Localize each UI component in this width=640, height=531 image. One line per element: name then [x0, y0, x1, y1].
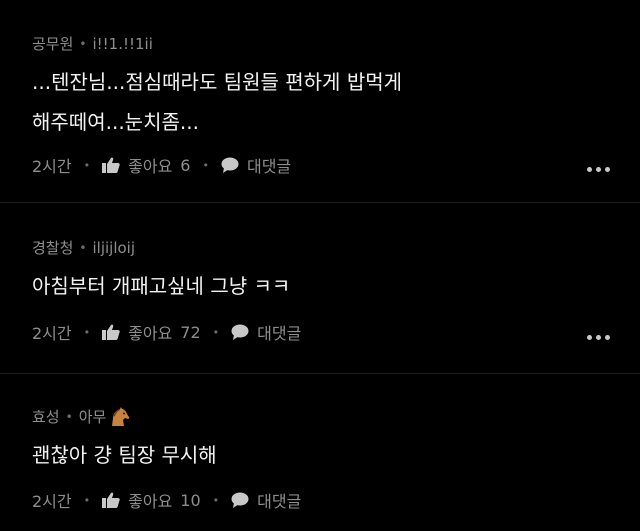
comment-text: ...텐잔님...점심때라도 팀원들 편하게 밥먹게 해주떼여...눈치좀...: [32, 70, 403, 134]
reply-label: 대댓글: [257, 324, 302, 343]
comment-actions: 2시간 • 좋아요 10 • 대댓글: [32, 488, 301, 512]
separator-dot: •: [212, 493, 220, 507]
comment-text: 아침부터 개패고싶네 그냥 ㅋㅋ: [32, 274, 291, 298]
comment-actions: 2시간 • 좋아요 6 • 대댓글: [32, 153, 291, 177]
comment-meta: 효성 • 아무: [32, 406, 130, 427]
thumbs-up-icon: [102, 492, 120, 508]
author-company[interactable]: 공무원: [32, 33, 73, 54]
reply-label: 대댓글: [257, 492, 302, 511]
comment-item: 경찰청 • iljijloij 아침부터 개패고싶네 그냥 ㅋㅋ 2시간 • 좋…: [0, 203, 640, 373]
more-options-icon[interactable]: [587, 167, 610, 172]
reply-label: 대댓글: [246, 157, 292, 176]
comment-time: 2시간: [32, 492, 72, 511]
reply-button[interactable]: 대댓글: [221, 153, 291, 177]
comment-text: 괜찮아 걍 팀장 무시해: [32, 443, 217, 467]
like-button[interactable]: 좋아요 72: [102, 320, 201, 344]
author-nickname[interactable]: iljijloij: [92, 239, 135, 257]
separator-dot: •: [65, 409, 73, 424]
author-company[interactable]: 효성: [32, 406, 60, 427]
speech-bubble-icon: [231, 324, 249, 340]
like-label: 좋아요: [128, 157, 173, 176]
thumbs-up-icon: [102, 324, 120, 340]
comment-time: 2시간: [32, 324, 72, 343]
like-label: 좋아요: [128, 324, 173, 343]
author-company[interactable]: 경찰청: [32, 237, 73, 258]
separator-dot: •: [79, 36, 87, 51]
reply-button[interactable]: 대댓글: [231, 320, 301, 344]
like-button[interactable]: 좋아요 10: [102, 488, 201, 512]
comment-meta: 공무원 • i!!1.!!1ii: [32, 33, 153, 54]
speech-bubble-icon: [231, 492, 249, 508]
comment-item: 효성 • 아무 괜찮아 걍 팀장 무시해 2시간 • 좋아요 10 • 대댓글: [0, 374, 640, 531]
comment-meta: 경찰청 • iljijloij: [32, 237, 135, 258]
like-count: 10: [180, 490, 201, 510]
separator-dot: •: [83, 158, 91, 172]
comment-item: 공무원 • i!!1.!!1ii ...텐잔님...점심때라도 팀원들 편하게 …: [0, 0, 640, 202]
thumbs-up-icon: [102, 157, 120, 173]
comment-actions: 2시간 • 좋아요 72 • 대댓글: [32, 320, 301, 344]
separator-dot: •: [83, 493, 91, 507]
comment-time: 2시간: [32, 157, 72, 176]
speech-bubble-icon: [221, 157, 239, 173]
reply-button[interactable]: 대댓글: [231, 488, 301, 512]
more-options-icon[interactable]: [587, 335, 610, 340]
separator-dot: •: [202, 158, 209, 172]
horse-icon: [108, 406, 130, 427]
like-count: 6: [180, 155, 191, 175]
separator-dot: •: [212, 325, 220, 339]
author-nickname[interactable]: 아무: [79, 406, 107, 427]
like-button[interactable]: 좋아요 6: [102, 153, 190, 177]
separator-dot: •: [83, 325, 91, 339]
like-label: 좋아요: [128, 492, 173, 511]
separator-dot: •: [79, 240, 87, 255]
like-count: 72: [180, 322, 201, 342]
author-nickname[interactable]: i!!1.!!1ii: [92, 35, 152, 53]
